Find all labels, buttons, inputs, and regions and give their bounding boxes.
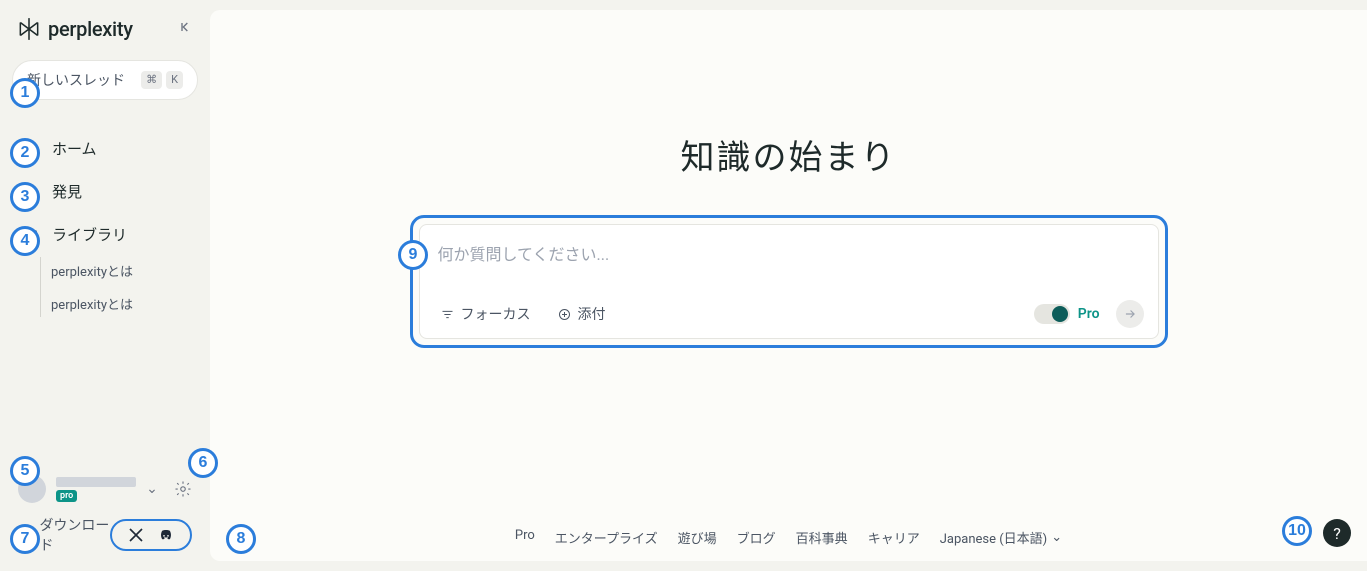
thread-item[interactable]: perplexityとは	[51, 257, 198, 284]
download-link[interactable]: ダウンロード	[18, 515, 110, 555]
collapse-sidebar-button[interactable]	[178, 19, 194, 39]
user-menu[interactable]: pro ⌄	[12, 469, 198, 509]
sidebar-item-home[interactable]: ホーム	[12, 130, 198, 167]
discord-icon[interactable]	[158, 527, 174, 543]
pro-badge: pro	[56, 490, 77, 502]
help-label: ?	[1333, 524, 1341, 543]
sidebar: perplexity 新しいスレッド ⌘ K ホーム 発見 ライブラリ perp…	[0, 0, 210, 571]
nav-discover-label: 発見	[52, 181, 82, 202]
nav-library-label: ライブラリ	[52, 224, 127, 245]
chevron-down-icon: ⌄	[146, 481, 158, 497]
download-icon	[18, 527, 31, 543]
thread-list: perplexityとは perplexityとは	[40, 257, 198, 317]
footer-nav: Pro エンタープライズ 遊び場 ブログ 百科事典 キャリア Japanese …	[210, 528, 1367, 547]
pro-toggle-label: Pro	[1078, 306, 1100, 322]
footer-link-enterprise[interactable]: エンタープライズ	[555, 528, 658, 547]
thread-item[interactable]: perplexityとは	[51, 290, 198, 317]
sidebar-item-discover[interactable]: 発見	[12, 173, 198, 210]
focus-label: フォーカス	[461, 304, 531, 324]
new-thread-button[interactable]: 新しいスレッド ⌘ K	[12, 60, 198, 100]
help-button[interactable]: ?	[1323, 519, 1351, 547]
footer-link-encyclopedia[interactable]: 百科事典	[796, 528, 848, 547]
footer-link-pro[interactable]: Pro	[515, 528, 535, 547]
new-thread-label: 新しいスレッド	[27, 70, 125, 90]
page-title: 知識の始まり	[681, 130, 897, 179]
focus-icon	[440, 307, 455, 322]
chevron-down-icon: ⌄	[1051, 530, 1062, 545]
attach-button[interactable]: 添付	[551, 300, 612, 328]
language-label: Japanese (日本語)	[940, 528, 1048, 547]
footer-link-playground[interactable]: 遊び場	[678, 528, 717, 547]
pro-toggle[interactable]: Pro	[1034, 304, 1100, 324]
search-box: フォーカス 添付 Pro	[419, 224, 1159, 339]
footer-link-blog[interactable]: ブログ	[737, 528, 776, 547]
plus-circle-icon	[557, 307, 572, 322]
submit-button[interactable]	[1116, 300, 1144, 328]
arrow-right-icon	[1123, 307, 1137, 321]
username-redacted	[56, 477, 136, 487]
sidebar-nav: ホーム 発見 ライブラリ perplexityとは perplexityとは	[12, 130, 198, 317]
social-links	[110, 519, 192, 551]
language-selector[interactable]: Japanese (日本語) ⌄	[940, 528, 1062, 547]
sidebar-item-library[interactable]: ライブラリ	[12, 216, 198, 253]
gear-icon[interactable]	[174, 480, 192, 498]
search-icon	[22, 140, 40, 158]
main-content: 知識の始まり フォーカス 添付	[210, 10, 1367, 561]
avatar	[18, 475, 46, 503]
nav-home-label: ホーム	[52, 138, 97, 159]
x-twitter-icon[interactable]	[128, 527, 144, 543]
library-icon	[22, 226, 40, 244]
perplexity-logo-icon	[16, 16, 42, 42]
focus-button[interactable]: フォーカス	[434, 300, 537, 328]
logo[interactable]: perplexity	[16, 16, 133, 42]
search-wrapper-highlight: フォーカス 添付 Pro	[410, 215, 1168, 348]
search-input[interactable]	[434, 235, 1144, 300]
brand-name: perplexity	[48, 17, 133, 41]
globe-icon	[22, 183, 40, 201]
attach-label: 添付	[578, 304, 606, 324]
download-label: ダウンロード	[39, 515, 110, 555]
footer-link-careers[interactable]: キャリア	[868, 528, 920, 547]
keyboard-shortcut: ⌘ K	[141, 71, 183, 89]
